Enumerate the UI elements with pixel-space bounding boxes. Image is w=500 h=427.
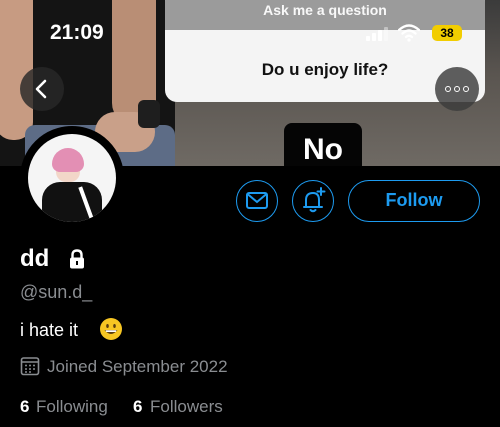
battery-icon: 38	[432, 25, 462, 41]
profile-bio: i hate it	[20, 320, 79, 340]
avatar[interactable]	[20, 126, 124, 230]
more-button[interactable]	[435, 67, 479, 111]
profile-handle: @sun.d_	[20, 282, 93, 302]
question-title: Ask me a question	[263, 2, 387, 18]
following-label: Following	[36, 397, 108, 416]
calendar-icon	[20, 357, 40, 376]
back-button[interactable]	[20, 67, 64, 111]
banner-watch	[138, 100, 160, 128]
banner-arm-left	[0, 0, 33, 140]
avatar-image	[28, 134, 116, 222]
status-time: 21:09	[50, 21, 104, 44]
following-count: 6	[20, 397, 30, 416]
grinning-face-icon	[100, 318, 122, 340]
chevron-left-icon	[35, 79, 47, 99]
message-button[interactable]	[236, 180, 278, 222]
signal-icon	[366, 27, 388, 41]
followers-count: 6	[133, 397, 143, 416]
bell-plus-icon	[302, 186, 325, 212]
profile-name: dd	[20, 245, 50, 272]
follow-button[interactable]: Follow	[348, 180, 480, 222]
notify-button[interactable]	[292, 180, 334, 222]
answer-card: No	[284, 123, 362, 166]
joined-date: Joined September 2022	[47, 357, 228, 376]
mail-icon	[245, 191, 268, 209]
followers-label: Followers	[150, 397, 223, 416]
answer-text: No	[303, 133, 343, 166]
wifi-icon	[398, 24, 420, 42]
lock-icon	[70, 249, 84, 269]
